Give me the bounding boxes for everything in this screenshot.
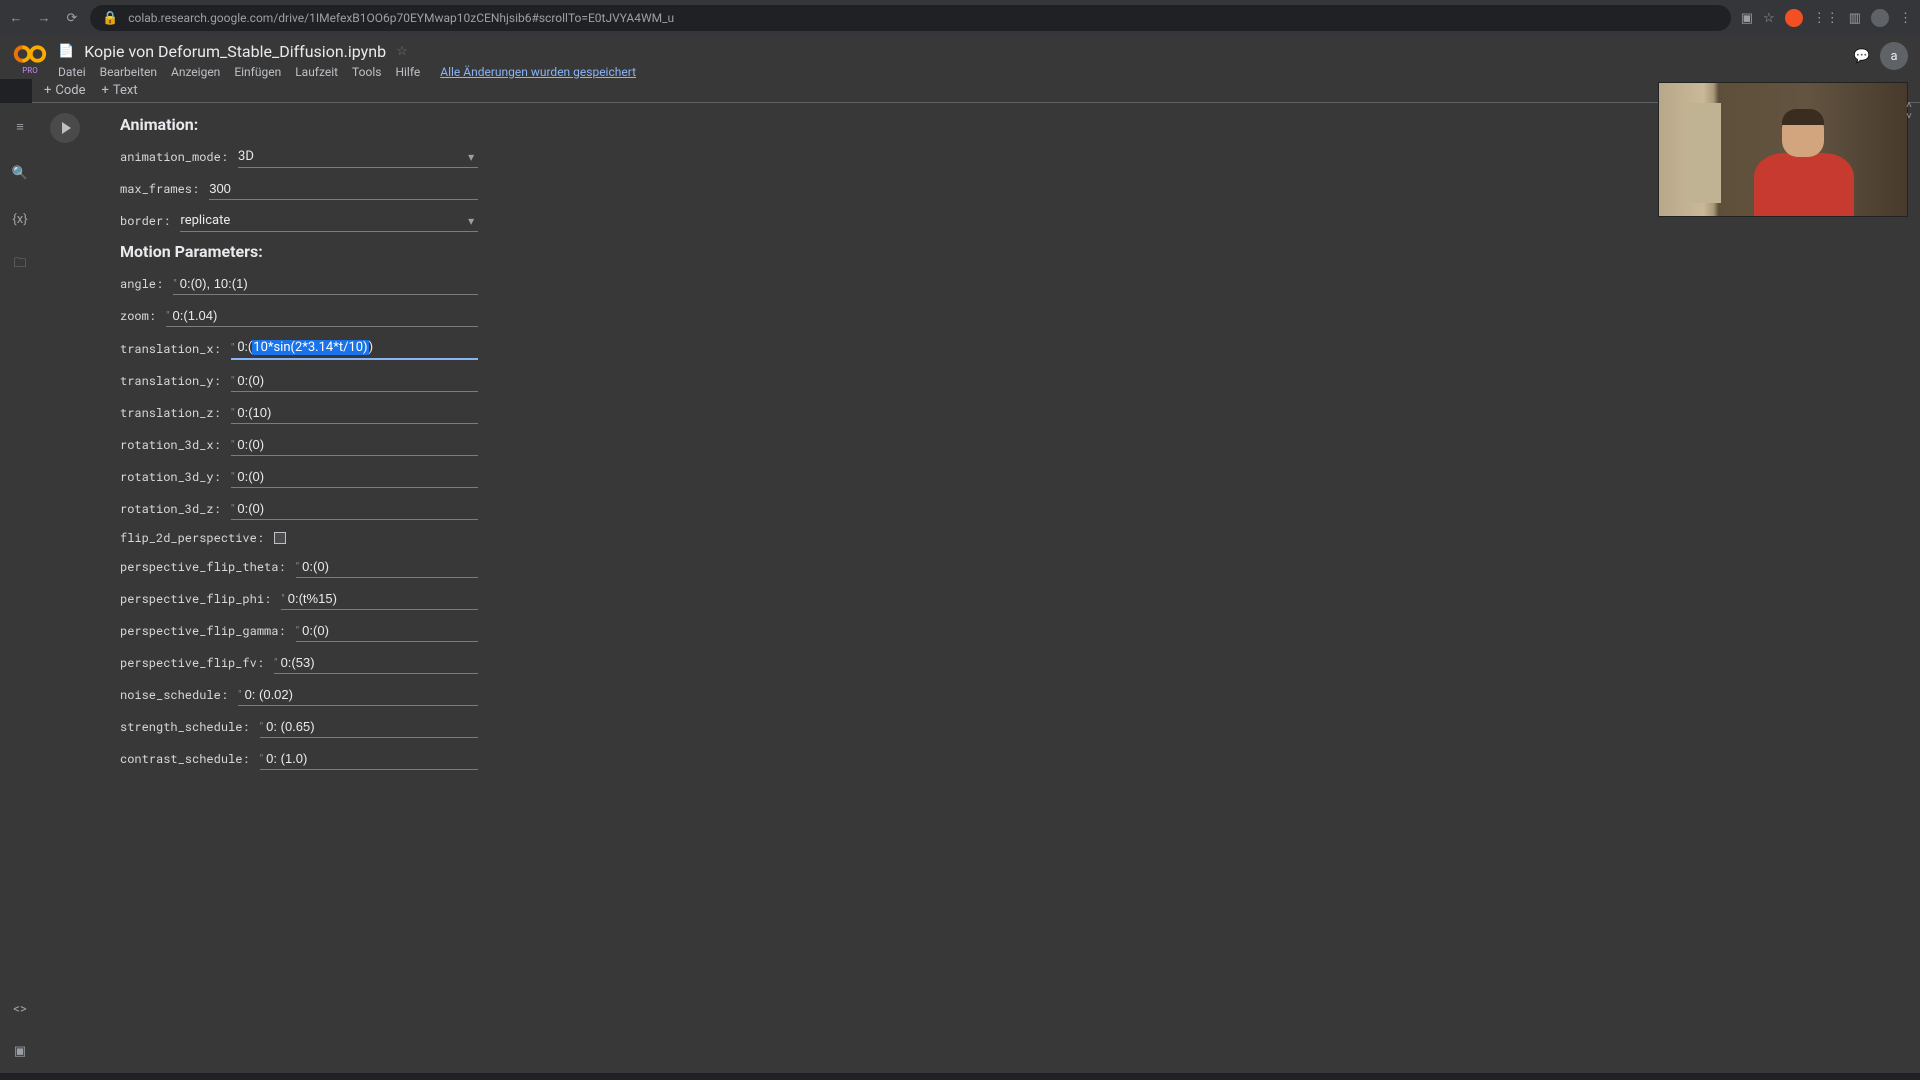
checkbox-flip-2d-perspective[interactable] bbox=[274, 532, 286, 544]
notebook-main: 🗑 ⋮ Animation: animation_mode: 3D max_fr… bbox=[40, 103, 1920, 1073]
browser-chrome: ← → ⟳ 🔒 colab.research.google.com/drive/… bbox=[0, 0, 1920, 36]
animation-cell: 🗑 ⋮ Animation: animation_mode: 3D max_fr… bbox=[40, 103, 1912, 786]
doc-title[interactable]: Kopie von Deforum_Stable_Diffusion.ipynb bbox=[84, 42, 386, 61]
menu-runtime[interactable]: Laufzeit bbox=[295, 65, 338, 79]
section-motion: Motion Parameters: bbox=[120, 242, 478, 261]
nav-fwd-button[interactable]: → bbox=[36, 10, 52, 26]
colab-header: PRO 📄 Kopie von Deforum_Stable_Diffusion… bbox=[0, 36, 1920, 79]
input-animation-mode[interactable]: 3D bbox=[238, 146, 478, 168]
add-text-button[interactable]: + Text bbox=[102, 83, 138, 98]
input-rotation-3d-z[interactable] bbox=[237, 498, 478, 519]
lock-icon: 🔒 bbox=[102, 11, 118, 26]
label-strength-schedule: strength_schedule: bbox=[120, 719, 260, 735]
search-icon[interactable]: 🔍 bbox=[10, 163, 30, 183]
menu-file[interactable]: Datei bbox=[58, 65, 86, 79]
colab-logo[interactable]: PRO bbox=[12, 42, 48, 78]
label-perspective-flip-phi: perspective_flip_phi: bbox=[120, 591, 281, 607]
input-zoom[interactable] bbox=[173, 305, 479, 326]
input-translation-y[interactable] bbox=[237, 370, 478, 391]
nav-refresh-button[interactable]: ⟳ bbox=[64, 10, 80, 26]
label-flip-2d-perspective: flip_2d_perspective: bbox=[120, 530, 274, 546]
input-angle[interactable] bbox=[180, 273, 478, 294]
input-translation-x[interactable]: " 0:(10*sin(2*3.14*t/10)) bbox=[231, 337, 478, 360]
code-snip-icon[interactable]: <> bbox=[10, 999, 30, 1019]
input-perspective-flip-phi[interactable] bbox=[288, 588, 478, 609]
toc-icon[interactable]: ≡ bbox=[10, 117, 30, 137]
input-rotation-3d-y[interactable] bbox=[237, 466, 478, 487]
save-status[interactable]: Alle Änderungen wurden gespeichert bbox=[440, 65, 636, 79]
menu-help[interactable]: Hilfe bbox=[395, 65, 420, 79]
menu-bar: Datei Bearbeiten Anzeigen Einfügen Laufz… bbox=[58, 65, 1854, 79]
input-strength-schedule[interactable] bbox=[266, 716, 478, 737]
menu-button[interactable]: ⋮ bbox=[1899, 11, 1912, 26]
pro-tag: PRO bbox=[22, 66, 37, 75]
section-animation: Animation: bbox=[120, 115, 478, 134]
label-translation-x: translation_x: bbox=[120, 341, 231, 357]
terminal-icon[interactable]: ▣ bbox=[10, 1041, 30, 1061]
label-rotation-3d-z: rotation_3d_z: bbox=[120, 501, 231, 517]
label-rotation-3d-x: rotation_3d_x: bbox=[120, 437, 231, 453]
input-perspective-flip-theta[interactable] bbox=[302, 556, 478, 577]
input-noise-schedule[interactable] bbox=[245, 684, 479, 705]
vars-icon[interactable]: {x} bbox=[10, 209, 30, 229]
star-icon[interactable]: ☆ bbox=[396, 44, 408, 59]
webcam-overlay bbox=[1658, 82, 1908, 217]
url-bar[interactable]: 🔒 colab.research.google.com/drive/1IMefe… bbox=[90, 5, 1731, 31]
input-border[interactable]: replicate bbox=[180, 210, 478, 232]
menu-tools[interactable]: Tools bbox=[352, 65, 381, 79]
menu-view[interactable]: Anzeigen bbox=[171, 65, 220, 79]
extension-icon[interactable] bbox=[1785, 9, 1803, 27]
input-perspective-flip-fv[interactable] bbox=[281, 652, 479, 673]
label-translation-z: translation_z: bbox=[120, 405, 231, 421]
label-perspective-flip-gamma: perspective_flip_gamma: bbox=[120, 623, 296, 639]
run-cell-button[interactable] bbox=[50, 113, 80, 143]
input-contrast-schedule[interactable] bbox=[266, 748, 478, 769]
add-code-button[interactable]: + Code bbox=[44, 83, 86, 98]
label-contrast-schedule: contrast_schedule: bbox=[120, 751, 260, 767]
menu-edit[interactable]: Bearbeiten bbox=[100, 65, 157, 79]
label-rotation-3d-y: rotation_3d_y: bbox=[120, 469, 231, 485]
menu-insert[interactable]: Einfügen bbox=[234, 65, 281, 79]
label-animation-mode: animation_mode: bbox=[120, 149, 238, 165]
user-avatar[interactable]: a bbox=[1880, 42, 1908, 70]
label-max-frames: max_frames: bbox=[120, 181, 209, 197]
toolbar: + Code + Text bbox=[32, 79, 1920, 103]
label-angle: angle: bbox=[120, 276, 173, 292]
profile-avatar[interactable] bbox=[1871, 9, 1889, 27]
sidepanel-icon[interactable]: ▥ bbox=[1849, 11, 1861, 26]
label-translation-y: translation_y: bbox=[120, 373, 231, 389]
nav-back-button[interactable]: ← bbox=[8, 10, 24, 26]
label-zoom: zoom: bbox=[120, 308, 166, 324]
drive-icon: 📄 bbox=[58, 44, 74, 59]
url-text: colab.research.google.com/drive/1IMefexB… bbox=[128, 11, 674, 25]
comment-button[interactable]: 💬 bbox=[1854, 49, 1870, 64]
install-icon[interactable]: ▣ bbox=[1741, 11, 1753, 26]
left-rail: ≡ 🔍 {x} 🗀 <> ▣ bbox=[0, 103, 40, 1073]
extensions-button[interactable]: ⋮⋮ bbox=[1813, 11, 1839, 26]
collapse-up-icon[interactable]: ˄ bbox=[1906, 100, 1912, 111]
label-noise-schedule: noise_schedule: bbox=[120, 687, 238, 703]
files-icon[interactable]: 🗀 bbox=[10, 255, 30, 275]
input-translation-z[interactable] bbox=[237, 402, 478, 423]
label-perspective-flip-theta: perspective_flip_theta: bbox=[120, 559, 296, 575]
label-perspective-flip-fv: perspective_flip_fv: bbox=[120, 655, 274, 671]
input-perspective-flip-gamma[interactable] bbox=[302, 620, 478, 641]
selected-text: 10*sin(2*3.14*t/10) bbox=[252, 340, 368, 355]
input-max-frames[interactable] bbox=[209, 178, 478, 199]
input-rotation-3d-x[interactable] bbox=[237, 434, 478, 455]
bookmark-icon[interactable]: ☆ bbox=[1763, 11, 1775, 26]
label-border: border: bbox=[120, 213, 180, 229]
collapse-down-icon[interactable]: ˅ bbox=[1906, 111, 1912, 122]
